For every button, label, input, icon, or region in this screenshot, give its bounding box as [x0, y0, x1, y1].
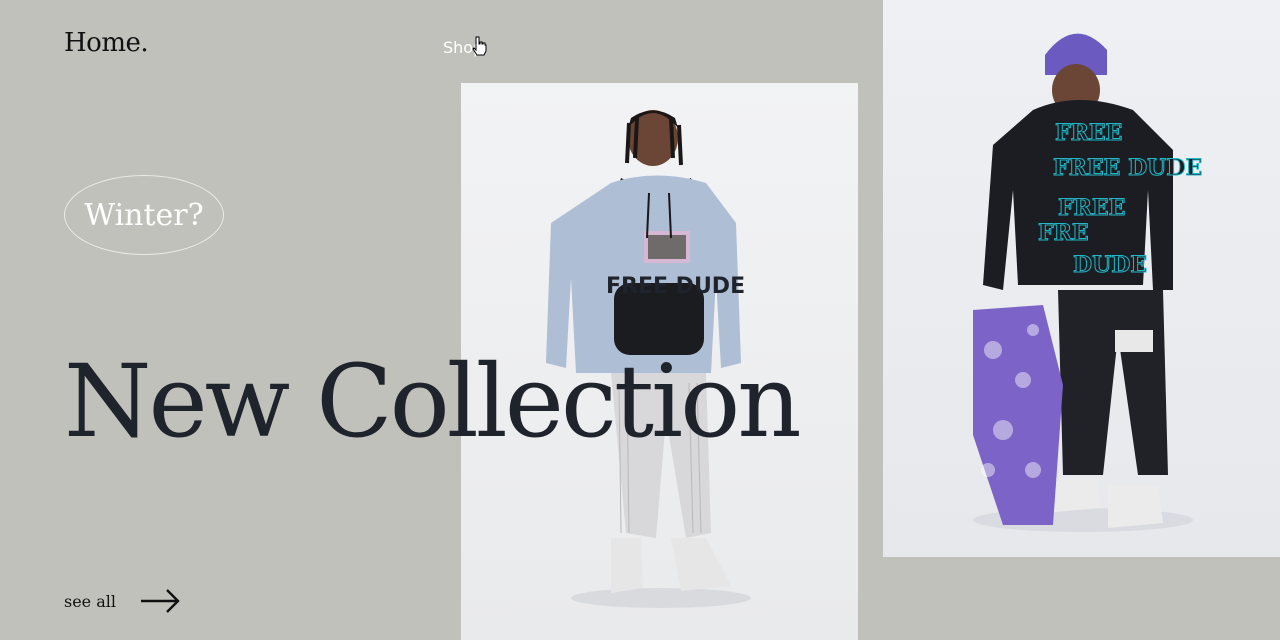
svg-text:FREE: FREE	[1055, 120, 1122, 146]
see-all-label: see all	[64, 591, 117, 611]
product-photo-black-hoodie[interactable]: FREE FREE DUDE FREE DUDE FRE	[883, 0, 1280, 557]
brand-logo[interactable]: Home.	[64, 28, 149, 58]
svg-text:DUDE: DUDE	[1073, 252, 1147, 278]
model-illustration: FREE FREE DUDE FREE DUDE FRE	[973, 33, 1203, 532]
print-text: FREE DUDE	[1053, 155, 1202, 181]
print-text: FREE DUDE	[606, 274, 745, 299]
see-all-link[interactable]: see all	[64, 588, 180, 614]
winter-badge[interactable]: Winter?	[64, 175, 224, 255]
svg-text:FREE: FREE	[1058, 195, 1125, 221]
hand-pointer-icon	[472, 36, 487, 56]
svg-text:FRE: FRE	[1038, 220, 1089, 246]
arrow-right-icon	[141, 589, 180, 613]
hero-title: New Collection	[64, 343, 802, 460]
